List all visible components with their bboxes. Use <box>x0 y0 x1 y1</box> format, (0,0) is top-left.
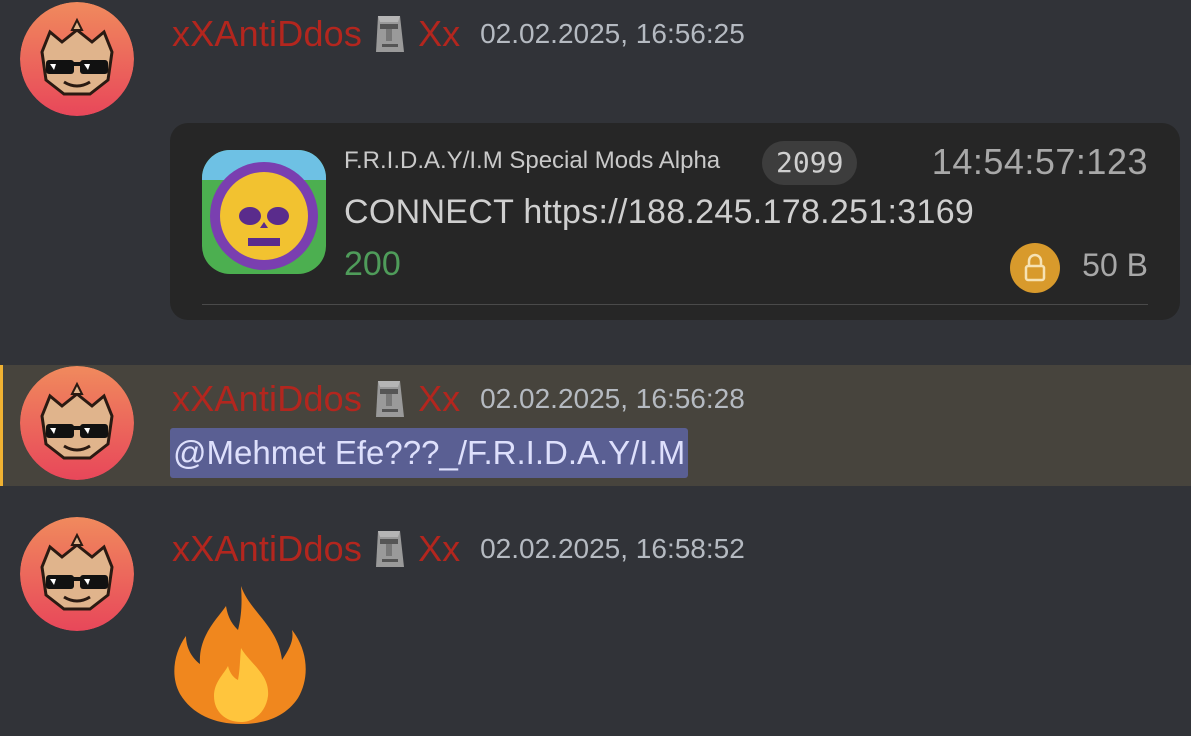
username[interactable]: xXAntiDdos <box>172 13 362 55</box>
wolf-sunglasses-avatar-icon <box>20 366 134 480</box>
image-attachment[interactable]: F.R.I.D.A.Y/I.M Special Mods Alpha 2099 … <box>170 123 1180 320</box>
username-suffix[interactable]: Xx <box>418 13 460 55</box>
divider <box>202 304 1148 305</box>
user-mention[interactable]: @Mehmet Efe???_/F.R.I.D.A.Y/I.M <box>170 428 689 478</box>
avatar[interactable] <box>20 517 134 631</box>
username-suffix[interactable]: Xx <box>418 378 460 420</box>
moai-icon <box>370 12 410 56</box>
message-header: xXAntiDdos Xx 02.02.2025, 16:56:28 <box>172 377 745 421</box>
message-header: xXAntiDdos Xx 02.02.2025, 16:56:25 <box>172 12 745 56</box>
username[interactable]: xXAntiDdos <box>172 528 362 570</box>
timestamp: 02.02.2025, 16:56:25 <box>480 18 745 49</box>
wolf-sunglasses-avatar-icon <box>20 2 134 116</box>
message-header: xXAntiDdos Xx 02.02.2025, 16:58:52 <box>172 527 745 571</box>
timestamp: 02.02.2025, 16:56:28 <box>480 383 745 414</box>
avatar[interactable] <box>20 366 134 480</box>
app-name: F.R.I.D.A.Y/I.M Special Mods Alpha <box>344 147 721 174</box>
response-size: 50 B <box>1082 247 1148 283</box>
status-code: 200 <box>344 245 401 283</box>
request-time: 14:54:57:123 <box>931 141 1148 182</box>
message: xXAntiDdos Xx 02.02.2025, 16:58:52 <box>0 510 1191 736</box>
username[interactable]: xXAntiDdos <box>172 378 362 420</box>
lock-icon <box>1010 243 1060 293</box>
fire-emoji-icon[interactable] <box>170 582 312 724</box>
username-suffix[interactable]: Xx <box>418 528 460 570</box>
mention-highlight-bar <box>0 365 3 486</box>
request-line: CONNECT https://188.245.178.251:3169 <box>344 193 975 231</box>
skull-game-icon <box>202 150 326 274</box>
message-mentioned: xXAntiDdos Xx 02.02.2025, 16:56:28 @Mehm… <box>0 365 1191 486</box>
wolf-sunglasses-avatar-icon <box>20 517 134 631</box>
message: xXAntiDdos Xx 02.02.2025, 16:56:25 F.R.I… <box>0 0 1191 350</box>
timestamp: 02.02.2025, 16:58:52 <box>480 533 745 564</box>
moai-icon <box>370 527 410 571</box>
moai-icon <box>370 377 410 421</box>
chat-area: xXAntiDdos Xx 02.02.2025, 16:56:25 F.R.I… <box>0 0 1191 736</box>
avatar[interactable] <box>20 2 134 116</box>
pid-badge: 2099 <box>762 141 858 185</box>
